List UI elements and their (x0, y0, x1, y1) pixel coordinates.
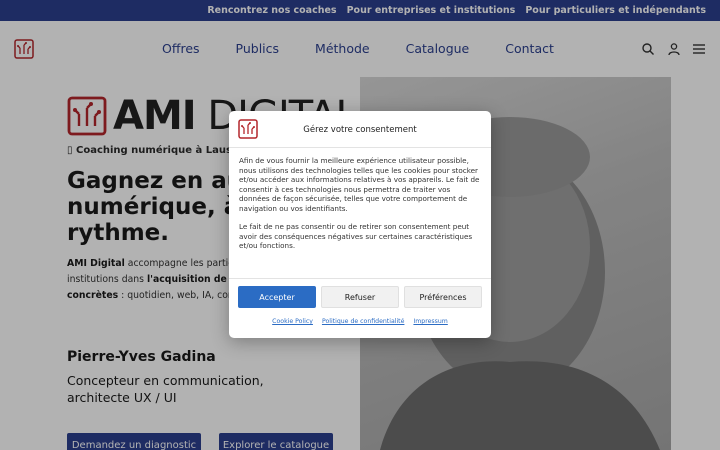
consent-title: Gérez votre consentement (303, 125, 417, 135)
accept-button[interactable]: Accepter (238, 286, 316, 308)
consent-dialog: Gérez votre consentement Afin de vous fo… (229, 111, 491, 338)
consent-body: Afin de vous fournir la meilleure expéri… (239, 156, 483, 251)
consent-links: Cookie Policy Politique de confidentiali… (229, 318, 491, 325)
privacy-policy-link[interactable]: Politique de confidentialité (322, 318, 404, 325)
cookie-policy-link[interactable]: Cookie Policy (272, 318, 313, 325)
consent-divider (229, 278, 491, 279)
consent-text-1: Afin de vous fournir la meilleure expéri… (239, 156, 480, 213)
impressum-link[interactable]: Impressum (413, 318, 447, 325)
refuse-button[interactable]: Refuser (321, 286, 399, 308)
consent-text-2: Le fait de ne pas consentir ou de retire… (239, 222, 473, 250)
consent-header: Gérez votre consentement (229, 111, 491, 148)
preferences-button[interactable]: Préférences (404, 286, 482, 308)
